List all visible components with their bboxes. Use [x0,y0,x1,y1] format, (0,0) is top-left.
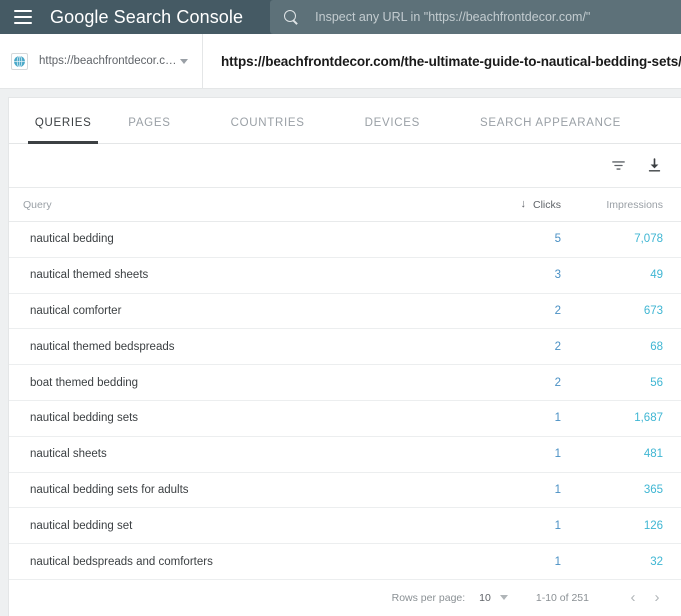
table-header-row: Query ↓ Clicks Impressions [9,188,681,222]
cell-clicks: 1 [554,519,561,532]
cell-clicks: 5 [554,233,561,246]
dimension-tabs: QUERIES PAGES COUNTRIES DEVICES SEARCH A… [9,98,681,144]
globe-icon [11,52,28,70]
cell-query: boat themed bedding [30,376,139,389]
download-icon[interactable] [643,155,665,177]
cell-impressions: 68 [650,340,663,353]
cell-clicks: 2 [554,340,561,353]
hamburger-menu-icon[interactable] [14,10,32,24]
app-brand: Google Search Console [50,7,243,28]
tab-devices[interactable]: DEVICES [365,117,420,144]
cell-query: nautical bedspreads and comforters [30,555,213,568]
table-row[interactable]: nautical themed bedspreads 2 68 [9,329,681,366]
column-header-clicks-label: Clicks [533,198,561,211]
tab-pages[interactable]: PAGES [128,117,170,144]
content-area: QUERIES PAGES COUNTRIES DEVICES SEARCH A… [0,89,681,616]
cell-impressions: 7,078 [634,233,663,246]
pagination-range: 1-10 of 251 [535,591,589,604]
column-header-query[interactable]: Query [9,199,431,211]
cell-query: nautical bedding [30,233,114,246]
cell-impressions: 481 [643,448,663,461]
cell-query: nautical comforter [30,304,122,317]
cell-clicks: 3 [554,269,561,282]
app-header: Google Search Console Inspect any URL in … [0,0,681,34]
cell-query: nautical sheets [30,448,107,461]
inspected-url: https://beachfrontdecor.com/the-ultimate… [221,53,681,69]
table-row[interactable]: nautical comforter 2 673 [9,294,681,330]
chevron-left-icon[interactable]: ‹ [623,590,643,605]
cell-query: nautical themed bedspreads [30,340,175,353]
tab-search-appearance[interactable]: SEARCH APPEARANCE [480,117,621,144]
cell-clicks: 1 [554,448,561,461]
search-icon [284,9,299,25]
table-row[interactable]: nautical bedding 5 7,078 [9,222,681,258]
cell-impressions: 56 [650,376,663,389]
table-row[interactable]: nautical bedding sets 1 1,687 [9,401,681,437]
property-url-label: https://beachfrontdecor.com/ [39,55,180,67]
cell-clicks: 1 [554,555,561,568]
cell-impressions: 32 [650,555,663,568]
search-input[interactable]: Inspect any URL in "https://beachfrontde… [315,10,590,24]
cell-query: nautical bedding set [30,519,133,532]
property-url-bar: https://beachfrontdecor.com/ https://bea… [0,34,681,89]
cell-query: nautical themed sheets [30,269,149,282]
cell-query: nautical bedding sets for adults [30,483,189,496]
cell-clicks: 1 [554,412,561,425]
rows-per-page-value[interactable]: 10 [479,592,491,604]
column-header-clicks[interactable]: ↓ Clicks [431,199,571,211]
filter-icon[interactable] [607,155,629,177]
arrow-down-icon: ↓ [520,198,527,210]
cell-impressions: 365 [643,483,663,496]
rows-per-page-label: Rows per page: [391,591,466,604]
table-row[interactable]: nautical bedding set 1 126 [9,508,681,545]
chevron-down-icon[interactable] [180,58,188,64]
table-toolbar [9,144,681,188]
table-row[interactable]: boat themed bedding 2 56 [9,365,681,401]
cell-impressions: 126 [643,519,663,532]
tab-queries[interactable]: QUERIES [28,117,99,144]
brand-search-console: Search Console [113,6,244,27]
table-row[interactable]: nautical bedding sets for adults 1 365 [9,473,681,509]
column-header-impressions[interactable]: Impressions [571,199,681,211]
queries-table: Query ↓ Clicks Impressions nautical bedd… [9,188,681,616]
brand-google: Google [50,6,109,27]
table-row[interactable]: nautical sheets 1 481 [9,437,681,473]
chevron-down-icon[interactable] [499,595,508,601]
cell-clicks: 2 [554,376,561,389]
cell-clicks: 2 [554,304,561,317]
cell-clicks: 1 [554,483,561,496]
cell-query: nautical bedding sets [30,412,139,425]
table-row[interactable]: nautical themed sheets 3 49 [9,258,681,294]
cell-impressions: 49 [650,269,663,282]
results-card: QUERIES PAGES COUNTRIES DEVICES SEARCH A… [8,97,681,616]
cell-impressions: 1,687 [634,412,663,425]
tab-countries[interactable]: COUNTRIES [231,117,305,144]
url-inspection-search-bar[interactable]: Inspect any URL in "https://beachfrontde… [270,0,681,34]
chevron-right-icon[interactable]: › [647,590,667,605]
property-selector[interactable]: https://beachfrontdecor.com/ [0,34,203,88]
pagination-bar: Rows per page: 10 1-10 of 251 ‹ › [9,580,681,616]
table-row[interactable]: nautical bedspreads and comforters 1 32 [9,544,681,580]
cell-impressions: 673 [643,304,663,317]
